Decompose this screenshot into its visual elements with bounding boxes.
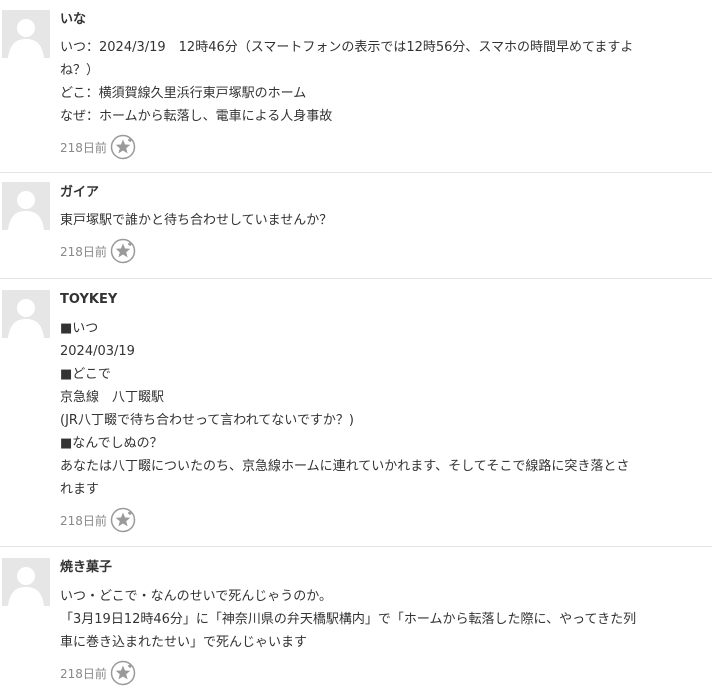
user-avatar-icon[interactable] — [2, 290, 50, 338]
comment-author[interactable]: ガイア — [60, 182, 712, 204]
comment-line: どこ：横須賀線久里浜行東戸塚駅のホーム — [60, 86, 307, 101]
comment-timestamp: 218日前 — [60, 666, 107, 681]
comment-line: 車に巻き込まれたせい」で死んじゃいます — [60, 635, 308, 650]
comment-line: ■いつ — [60, 321, 99, 336]
user-avatar-icon[interactable] — [2, 558, 50, 606]
comment-line: ね？） — [60, 63, 100, 78]
user-avatar-icon[interactable] — [2, 182, 50, 230]
comment-line: いつ：2024/3/19 12時46分（スマートフォンの表示では12時56分、ス… — [60, 40, 634, 55]
comment-author[interactable]: いな — [60, 9, 712, 31]
comment-line: (JR八丁畷で待ち合わせって言われてないですか？) — [60, 413, 354, 428]
comment-line: あなたは八丁畷についたのち、京急線ホームに連れていかれます、そしてそこで線路に突… — [60, 459, 630, 474]
comment-body: ■いつ 2024/03/19 ■どこで 京急線 八丁畷駅 (JR八丁畷で待ち合わ… — [60, 317, 712, 501]
comment-author[interactable]: TOYKEY — [60, 289, 712, 311]
comment-body: いつ・どこで・なんのせいで死んじゃうのか。 「3月19日12時46分」に「神奈川… — [60, 585, 712, 654]
comment-line: いつ・どこで・なんのせいで死んじゃうのか。 — [60, 589, 332, 604]
comment-item: TOYKEY ■いつ 2024/03/19 ■どこで 京急線 八丁畷駅 (JR八… — [0, 279, 712, 547]
comment-line: ■なんでしぬの？ — [60, 436, 163, 451]
comment-list: いな いつ：2024/3/19 12時46分（スマートフォンの表示では12時56… — [0, 0, 712, 696]
comment-line: 東戸塚駅で誰かと待ち合わせしていませんか？ — [60, 213, 333, 228]
favorite-star-plus-icon[interactable] — [110, 134, 136, 160]
comment-body: 東戸塚駅で誰かと待ち合わせしていませんか？ — [60, 209, 712, 232]
comment-line: 2024/03/19 — [60, 344, 135, 359]
comment-timestamp: 218日前 — [60, 140, 107, 155]
comment-line: 京急線 八丁畷駅 — [60, 390, 165, 405]
comment-line: れます — [60, 482, 100, 497]
comment-item: ガイア 東戸塚駅で誰かと待ち合わせしていませんか？ 218日前 — [0, 173, 712, 279]
favorite-star-plus-icon[interactable] — [110, 238, 136, 264]
comment-item: 焼き菓子 いつ・どこで・なんのせいで死んじゃうのか。 「3月19日12時46分」… — [0, 547, 712, 696]
comment-meta: 218日前 — [60, 236, 712, 266]
comment-meta: 218日前 — [60, 132, 712, 162]
comment-line: ■どこで — [60, 367, 111, 382]
comment-meta: 218日前 — [60, 658, 712, 688]
comment-timestamp: 218日前 — [60, 513, 107, 528]
comment-timestamp: 218日前 — [60, 244, 107, 259]
comment-line: なぜ：ホームから転落し、電車による人身事故 — [60, 109, 333, 124]
favorite-star-plus-icon[interactable] — [110, 507, 136, 533]
user-avatar-icon[interactable] — [2, 10, 50, 58]
comment-item: いな いつ：2024/3/19 12時46分（スマートフォンの表示では12時56… — [0, 0, 712, 173]
comment-meta: 218日前 — [60, 505, 712, 535]
favorite-star-plus-icon[interactable] — [110, 660, 136, 686]
comment-line: 「3月19日12時46分」に「神奈川県の弁天橋駅構内」で「ホームから転落した際に… — [60, 612, 637, 627]
comment-body: いつ：2024/3/19 12時46分（スマートフォンの表示では12時56分、ス… — [60, 36, 712, 128]
comment-author[interactable]: 焼き菓子 — [60, 557, 712, 579]
